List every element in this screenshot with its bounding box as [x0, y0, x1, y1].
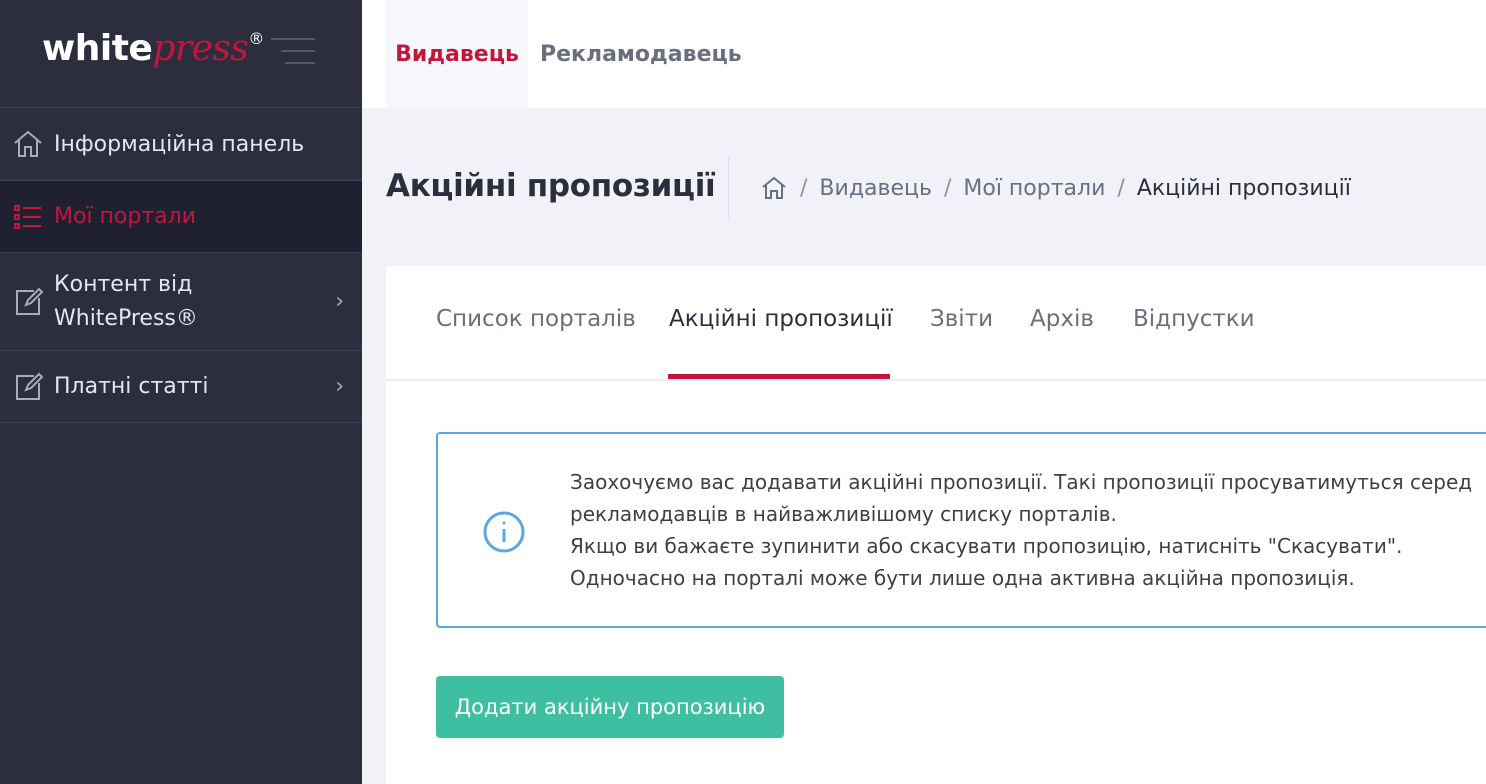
info-alert: Заохочуємо вас додавати акційні пропозиц…: [436, 432, 1486, 628]
list-icon: [14, 204, 41, 229]
tab-vacations[interactable]: Відпустки: [1133, 306, 1255, 332]
subheader: Акційні пропозиції / Видавець / Мої порт…: [386, 140, 1486, 236]
logo-reg: ®: [248, 29, 264, 48]
info-line: Якщо ви бажаєте зупинити або скасувати п…: [570, 534, 1403, 558]
logo-white: white: [42, 28, 153, 69]
sidebar-item-dashboard[interactable]: Інформаційна панель: [0, 108, 362, 181]
sidebar-item-label: Контент від WhitePress®: [54, 271, 198, 331]
active-tab-indicator: [668, 374, 890, 379]
tab-promotions[interactable]: Акційні пропозиції: [669, 306, 893, 332]
chevron-right-icon: ›: [335, 374, 344, 399]
breadcrumb-publisher[interactable]: Видавець: [819, 176, 932, 201]
portal-tabs: Список порталів Акційні пропозиції Звіти…: [386, 266, 1486, 381]
tab-publisher[interactable]: Видавець: [386, 0, 528, 108]
home-icon[interactable]: [760, 174, 788, 202]
page-title: Акційні пропозиції: [386, 168, 716, 204]
sidebar: whitepress® Інформаційна панель Мої порт…: [0, 0, 362, 784]
sidebar-item-label: Платні статті: [54, 374, 209, 399]
main-card: Список порталів Акційні пропозиції Звіти…: [386, 266, 1486, 784]
logo[interactable]: whitepress®: [42, 28, 264, 69]
edit-icon: [16, 287, 44, 315]
sidebar-item-my-portals[interactable]: Мої портали: [0, 181, 362, 253]
info-line: рекламодавців в найважливішому списку по…: [570, 502, 1117, 526]
logo-press: press: [152, 28, 249, 69]
sidebar-item-paid-articles[interactable]: Платні статті ›: [0, 351, 362, 423]
divider: [728, 156, 729, 218]
home-icon: [14, 130, 42, 157]
breadcrumb-separator: /: [800, 175, 808, 201]
breadcrumb-separator: /: [1117, 175, 1125, 201]
info-line: Заохочуємо вас додавати акційні пропозиц…: [570, 470, 1473, 494]
info-icon: [483, 511, 525, 553]
breadcrumb-current: Акційні пропозиції: [1136, 175, 1351, 201]
sidebar-item-label: Інформаційна панель: [54, 131, 305, 157]
topbar: Видавець Рекламодавець: [362, 0, 1486, 108]
menu-toggle-icon[interactable]: [271, 38, 315, 66]
info-line: Одночасно на порталі може бути лише одна…: [570, 566, 1355, 590]
chevron-right-icon: ›: [335, 289, 344, 314]
edit-icon: [16, 372, 44, 400]
tab-advertiser[interactable]: Рекламодавець: [540, 0, 742, 108]
logo-area: whitepress®: [0, 0, 362, 108]
breadcrumb-my-portals[interactable]: Мої портали: [963, 176, 1105, 201]
info-text: Заохочуємо вас додавати акційні пропозиц…: [570, 466, 1472, 594]
sidebar-item-whitepress-content[interactable]: Контент від WhitePress® ›: [0, 253, 362, 351]
sidebar-item-label: Мої портали: [54, 204, 197, 229]
tab-portal-list[interactable]: Список порталів: [436, 306, 636, 332]
breadcrumb-separator: /: [943, 175, 952, 201]
tab-reports[interactable]: Звіти: [930, 306, 993, 332]
breadcrumb: / Видавець / Мої портали / Акційні пропо…: [760, 174, 1351, 202]
add-promotion-button[interactable]: Додати акційну пропозицію: [436, 676, 784, 738]
tab-archive[interactable]: Архів: [1030, 306, 1094, 332]
